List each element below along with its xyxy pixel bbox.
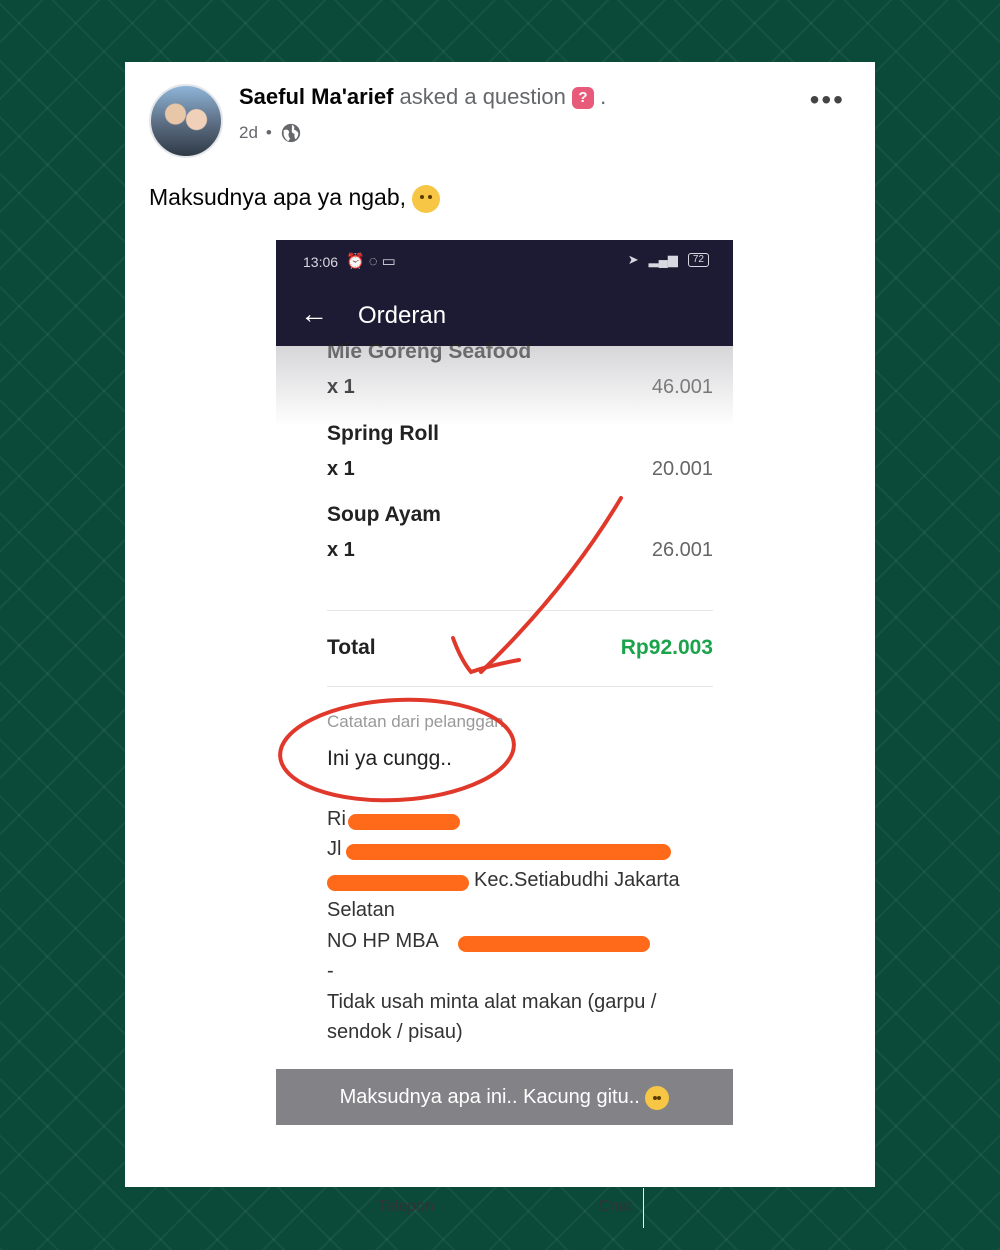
red-arrow-shaft [479, 496, 623, 674]
more-options-icon[interactable]: ••• [810, 84, 845, 116]
thinking-emoji-icon [412, 184, 441, 213]
chat-nav-button[interactable]: Chat [515, 1198, 715, 1216]
annotation-layer [278, 496, 623, 803]
question-badge-icon: ? [572, 87, 594, 110]
nav-phone-label[interactable]: Telepon [378, 1198, 434, 1215]
author-name[interactable]: Saeful Ma'arief [239, 84, 393, 109]
meta-dot: • [265, 123, 272, 142]
post-header: Saeful Ma'arief asked a question ? . [239, 84, 607, 110]
avatar[interactable] [149, 84, 223, 158]
order-screenshot: 13:06 ⏰◌▭ ➤ ▂▄▆ 72 ← Orderan Mie Goreng … [276, 240, 733, 1125]
nav-chat-label[interactable]: Chat [598, 1198, 632, 1215]
caption-text: Maksudnya apa ya ngab, [149, 184, 407, 210]
globe-icon [281, 123, 301, 143]
phone-nav-button[interactable]: Telepon [306, 1198, 506, 1216]
post-meta: 2d • [239, 122, 302, 144]
facebook-post-card: Saeful Ma'arief asked a question ? . 2d … [125, 62, 875, 1228]
post-caption: Maksudnya apa ya ngab, [149, 184, 441, 213]
red-circle-annotation [278, 697, 516, 803]
post-action: asked a question [399, 84, 566, 109]
post-time[interactable]: 2d [239, 123, 258, 143]
